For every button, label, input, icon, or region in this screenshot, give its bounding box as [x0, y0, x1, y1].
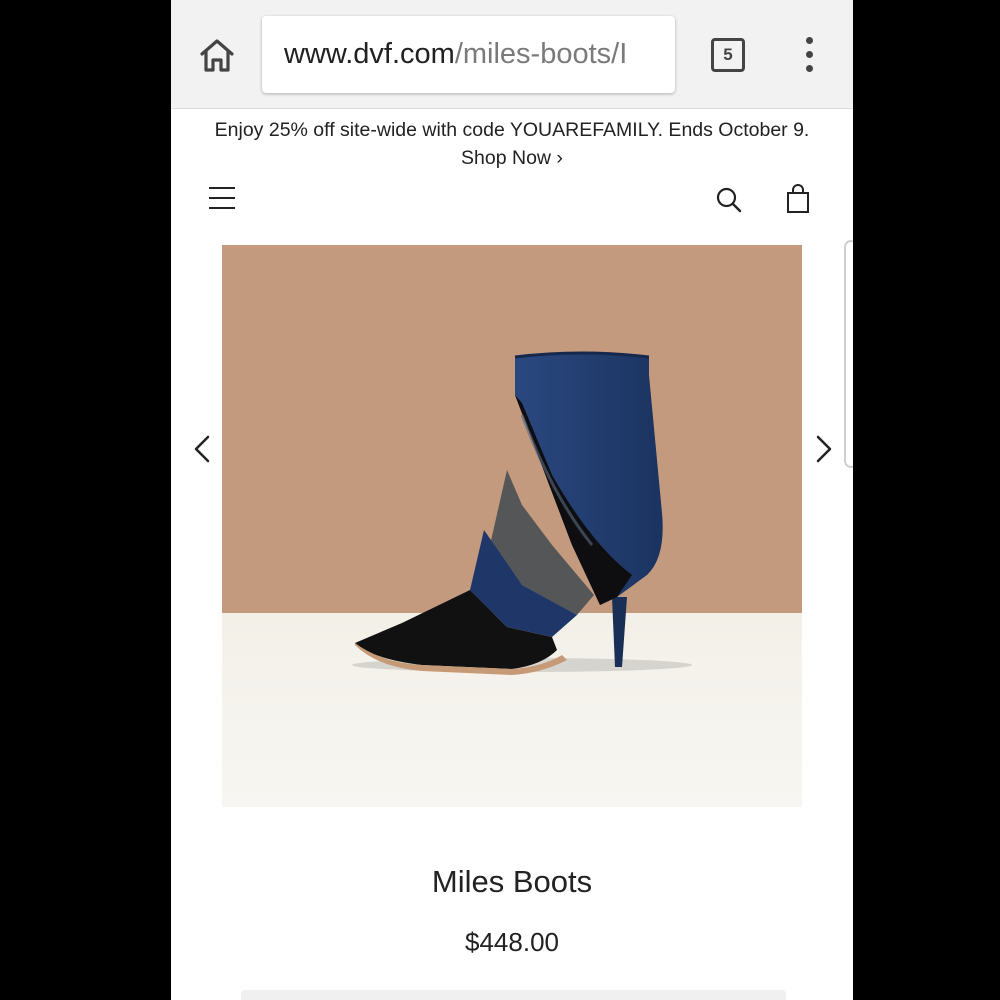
product-image[interactable] — [222, 245, 802, 807]
next-section-edge — [241, 990, 786, 1000]
phone-screen: www.dvf.com/miles-boots/I 5 Enjoy 25% of… — [171, 0, 853, 1000]
shopping-bag-icon[interactable] — [786, 184, 810, 214]
tab-switcher-button[interactable]: 5 — [711, 38, 745, 72]
home-icon[interactable] — [197, 36, 237, 76]
tab-count: 5 — [723, 45, 733, 64]
hamburger-icon[interactable] — [209, 187, 235, 209]
product-price: $448.00 — [465, 927, 559, 957]
promo-text: Enjoy 25% off site-wide with code YOUARE… — [214, 119, 810, 141]
search-icon[interactable] — [715, 186, 743, 214]
shop-now-link[interactable]: Shop Now › — [461, 144, 563, 172]
url-text[interactable]: www.dvf.com/miles-boots/I — [284, 38, 627, 71]
browser-toolbar: www.dvf.com/miles-boots/I 5 — [171, 0, 853, 109]
scroll-handle[interactable] — [844, 240, 853, 468]
chevron-left-icon[interactable] — [190, 432, 214, 466]
promo-banner: Enjoy 25% off site-wide with code YOUARE… — [171, 116, 853, 172]
url-host: www.dvf.com — [284, 38, 455, 70]
site-header — [171, 178, 853, 222]
product-name: Miles Boots — [431, 864, 593, 899]
chevron-right-icon[interactable] — [812, 432, 836, 466]
url-bar[interactable]: www.dvf.com/miles-boots/I — [262, 16, 675, 93]
more-vert-icon[interactable] — [801, 37, 817, 73]
url-path: /miles-boots/I — [454, 38, 628, 70]
